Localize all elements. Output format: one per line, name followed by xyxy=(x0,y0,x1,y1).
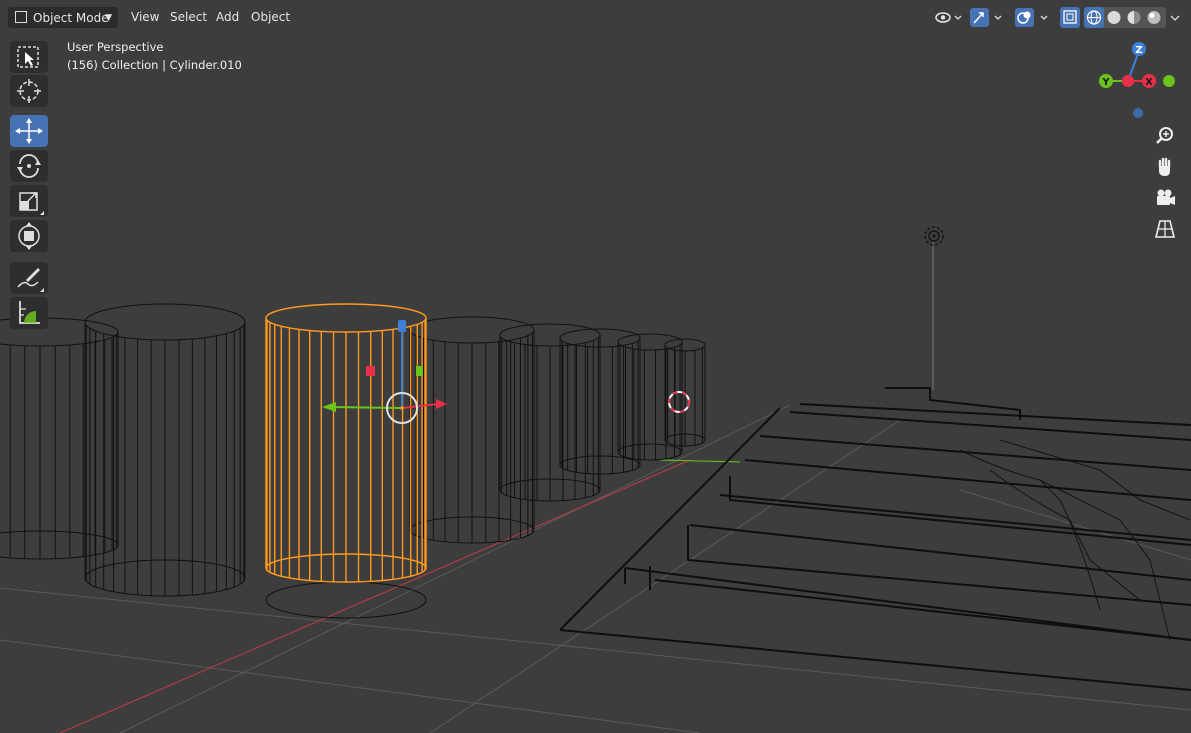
zoom-button[interactable] xyxy=(1151,122,1179,150)
solid-sphere-icon xyxy=(1107,11,1121,24)
measure-tool[interactable] xyxy=(10,297,48,329)
camera-icon xyxy=(1157,189,1175,205)
xray-toggle[interactable] xyxy=(1060,7,1080,28)
neg-y-handle[interactable] xyxy=(1163,75,1175,87)
scale-icon xyxy=(19,192,44,215)
overlay-dropdown[interactable] xyxy=(1013,7,1055,28)
plane-handle-x[interactable] xyxy=(366,366,375,376)
select-menu[interactable]: Select xyxy=(164,7,213,28)
3d-viewport[interactable]: Z Y X xyxy=(0,36,1191,733)
move-icon xyxy=(15,118,43,144)
add-menu[interactable]: Add xyxy=(210,7,245,28)
cursor-icon xyxy=(17,79,41,103)
viewport-header: Object Mode ▼ View Select Add Object xyxy=(0,0,1191,36)
object-info: (156) Collection | Cylinder.010 xyxy=(67,58,242,72)
select-box-icon xyxy=(17,46,39,68)
view-menu[interactable]: View xyxy=(125,7,165,28)
transform-icon xyxy=(18,222,40,250)
object-mode-label: Object Mode xyxy=(33,11,109,25)
object-menu[interactable]: Object xyxy=(245,7,296,28)
pan-button[interactable] xyxy=(1151,153,1179,181)
camera-view-button[interactable] xyxy=(1151,184,1179,212)
shading-dropdown[interactable] xyxy=(1166,7,1184,28)
solid-shading-button[interactable] xyxy=(1104,7,1124,28)
view-name: User Perspective xyxy=(67,40,164,54)
move-tool[interactable] xyxy=(10,115,48,147)
measure-icon xyxy=(19,301,40,324)
zoom-icon xyxy=(1156,127,1173,144)
rendered-sphere-icon xyxy=(1147,11,1161,24)
overlay-toggle-icon xyxy=(1015,8,1048,27)
chevron-down-icon xyxy=(1170,15,1180,21)
material-sphere-icon xyxy=(1127,11,1141,24)
annotate-tool[interactable] xyxy=(10,262,48,294)
x-axis-label: X xyxy=(1145,77,1153,88)
select-box-tool[interactable] xyxy=(10,41,48,73)
neg-x-handle[interactable] xyxy=(1122,75,1134,87)
xray-icon xyxy=(1063,10,1077,24)
transform-tool[interactable] xyxy=(10,220,48,252)
rendered-shading-button[interactable] xyxy=(1144,7,1164,28)
material-shading-button[interactable] xyxy=(1124,7,1144,28)
y-axis-label: Y xyxy=(1101,77,1110,88)
annotate-icon xyxy=(17,267,44,292)
gizmo-dropdown[interactable] xyxy=(968,7,1008,28)
object-mode-dropdown[interactable]: Object Mode ▼ xyxy=(8,7,118,28)
chevron-down-icon: ▼ xyxy=(105,13,112,23)
rotate-tool[interactable] xyxy=(10,150,48,182)
z-arrow-handle[interactable] xyxy=(398,320,406,332)
grid-icon xyxy=(1154,220,1176,238)
object-mode-icon xyxy=(15,11,27,23)
hand-icon xyxy=(1158,157,1171,176)
wireframe-sphere-icon xyxy=(1086,10,1102,25)
visibility-dropdown[interactable] xyxy=(933,7,965,28)
gizmo-toggle-icon xyxy=(970,8,1002,27)
perspective-toggle-button[interactable] xyxy=(1151,215,1179,243)
neg-z-handle[interactable] xyxy=(1133,108,1143,118)
wireframe-shading-button[interactable] xyxy=(1084,7,1104,28)
z-axis-label: Z xyxy=(1135,45,1142,56)
rotate-icon xyxy=(17,154,41,178)
scale-tool[interactable] xyxy=(10,185,48,217)
cursor-tool[interactable] xyxy=(10,75,48,107)
plane-handle-y[interactable] xyxy=(416,366,423,376)
eye-icon xyxy=(935,12,962,23)
